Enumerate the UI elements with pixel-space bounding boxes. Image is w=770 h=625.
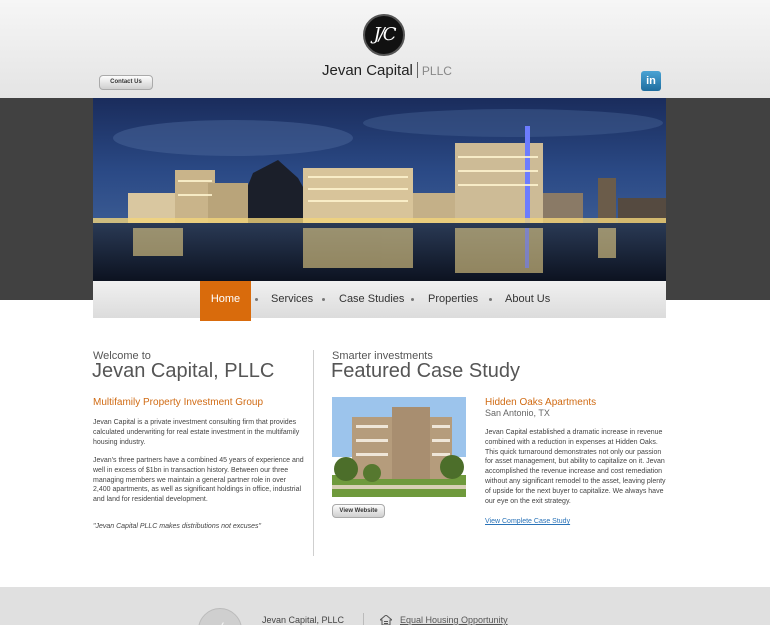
logo-wordmark[interactable]: Jevan Capital PLLC [322,62,452,79]
nav-separator-dot [411,298,414,301]
main-nav: Home Services Case Studies Properties Ab… [93,281,666,321]
logo-separator [416,62,418,78]
footer-company-name: Jevan Capital, PLLC [262,615,345,625]
welcome-quote: "Jevan Capital PLLC makes distributions … [93,523,261,530]
case-study-photo[interactable] [332,397,466,497]
case-study-location: San Antonio, TX [485,408,550,418]
nav-separator-dot [489,298,492,301]
site-header: J/C Jevan Capital PLLC Contact Us in [0,0,770,98]
hero-image [93,98,666,281]
nav-separator-dot [322,298,325,301]
welcome-title: Jevan Capital, PLLC [92,360,275,382]
nav-item-services[interactable]: Services [271,281,313,318]
logo-monogram-icon[interactable]: J/C [363,14,405,56]
footer-logo-icon: / [198,608,242,625]
nav-item-home[interactable]: Home [200,281,251,321]
logo-name: Jevan Capital [322,62,413,79]
contact-us-button[interactable]: Contact Us [99,75,153,90]
nav-item-properties[interactable]: Properties [428,281,478,318]
featured-title: Featured Case Study [331,360,520,382]
nav-item-about-us[interactable]: About Us [505,281,550,318]
equal-housing-link[interactable]: Equal Housing Opportunity [400,615,508,625]
view-website-button[interactable]: View Website [332,504,385,518]
site-footer: / Jevan Capital, PLLC Equal Housing Oppo… [0,587,770,625]
linkedin-icon[interactable]: in [641,71,661,91]
nav-item-case-studies[interactable]: Case Studies [339,281,404,318]
footer-divider [363,613,364,625]
case-study-description: Jevan Capital established a dramatic inc… [485,429,666,505]
welcome-paragraph-2: Jevan's three partners have a combined 4… [93,457,304,504]
nav-separator-dot [255,298,258,301]
case-study-title: Hidden Oaks Apartments [485,397,597,408]
column-divider [313,350,314,556]
logo-suffix: PLLC [421,64,452,78]
view-case-study-link[interactable]: View Complete Case Study [485,518,570,525]
welcome-subtitle: Multifamily Property Investment Group [93,397,264,408]
equal-housing-icon [380,615,392,625]
welcome-paragraph-1: Jevan Capital is a private investment co… [93,419,300,446]
